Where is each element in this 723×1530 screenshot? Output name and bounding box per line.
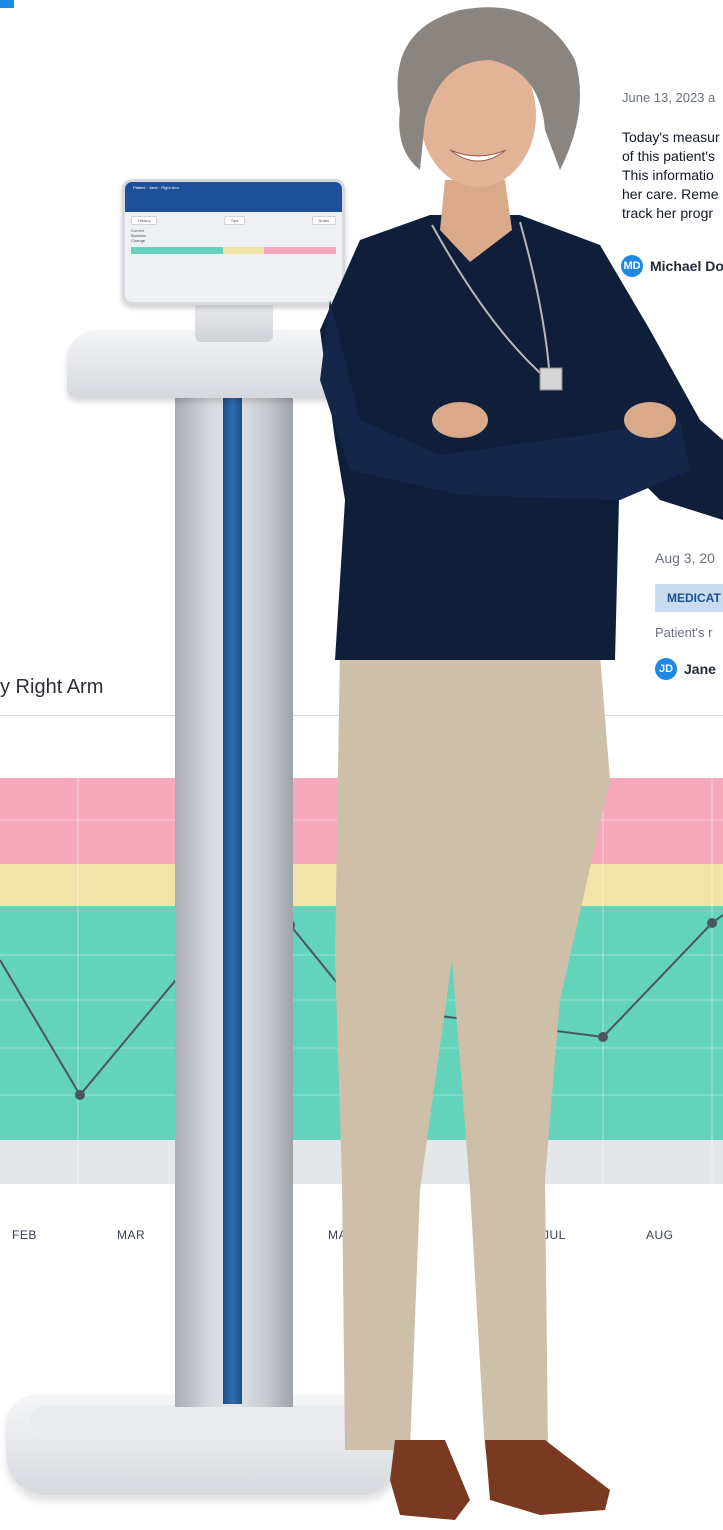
- pants: [335, 650, 610, 1450]
- hand: [624, 402, 676, 438]
- pendant: [539, 367, 563, 391]
- shoe: [390, 1440, 470, 1520]
- shoe: [485, 1440, 610, 1515]
- patient-photo: [320, 7, 723, 1520]
- hand: [432, 402, 488, 438]
